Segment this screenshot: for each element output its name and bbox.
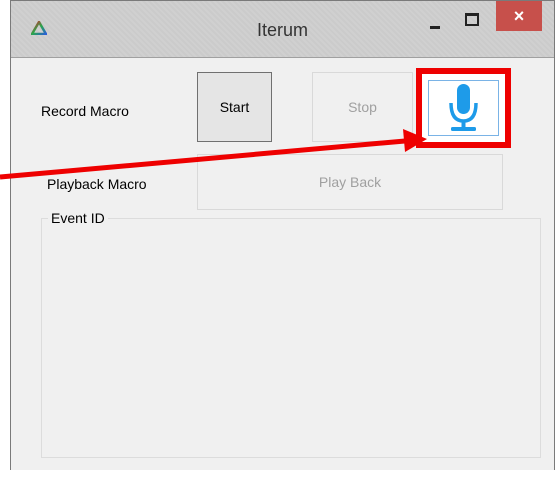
maximize-button[interactable] — [461, 9, 483, 31]
stop-button[interactable]: Stop — [312, 72, 413, 142]
client-area: Record Macro Start Stop Playback Macro P… — [11, 57, 554, 470]
voice-button-highlight[interactable] — [416, 68, 511, 148]
start-button[interactable]: Start — [197, 72, 272, 142]
play-back-button[interactable]: Play Back — [197, 154, 503, 210]
minimize-button[interactable] — [425, 11, 447, 33]
close-button[interactable]: × — [496, 1, 542, 31]
event-id-group: Event ID — [41, 210, 541, 458]
iterum-window: Iterum × Record Macro Start Stop Playbac… — [10, 0, 555, 470]
playback-macro-label: Playback Macro — [47, 176, 147, 192]
title-bar[interactable]: Iterum × — [11, 1, 554, 57]
record-macro-label: Record Macro — [41, 103, 129, 119]
microphone-icon — [449, 84, 478, 131]
event-id-label: Event ID — [48, 210, 108, 226]
voice-button[interactable] — [428, 80, 499, 136]
